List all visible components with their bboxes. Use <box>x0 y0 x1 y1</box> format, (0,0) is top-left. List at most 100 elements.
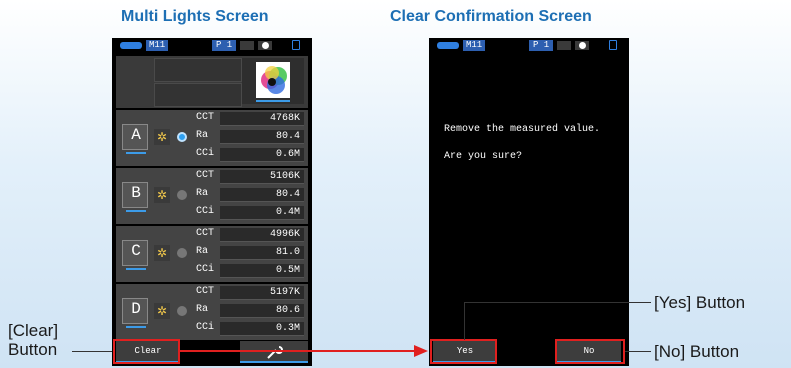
light-letter-box: D <box>122 298 148 328</box>
battery-icon <box>120 42 142 49</box>
sun-icon[interactable]: ✲ <box>154 129 170 145</box>
confirm-message-line1: Remove the measured value. <box>444 124 601 135</box>
sun-icon[interactable]: ✲ <box>154 245 170 261</box>
yes-leader-vertical <box>464 302 465 340</box>
cci-label: CCi <box>196 148 215 159</box>
light-letter: D <box>131 300 141 318</box>
ra-value: 81.0 <box>275 247 300 258</box>
cci-value: 0.6M <box>275 149 300 160</box>
indicator-block-icon <box>240 41 254 50</box>
ra-value: 80.4 <box>275 189 300 200</box>
ra-value-box: 81.0 <box>220 246 304 260</box>
indicator-block-icon <box>557 41 571 50</box>
light-letter: A <box>131 126 141 144</box>
cct-value: 4768K <box>269 113 300 124</box>
multi-lights-caption: Multi Lights Screen <box>121 8 269 25</box>
display-cell <box>154 58 242 82</box>
lock-icon <box>609 40 617 50</box>
indicator-block-icon <box>258 41 272 50</box>
clear-highlight <box>113 339 180 364</box>
cct-value-box: 5106K <box>220 170 304 184</box>
cci-value-box: 0.3M <box>220 322 304 336</box>
ra-value: 80.6 <box>275 305 300 316</box>
light-select-dot[interactable] <box>177 190 187 200</box>
light-panel-d[interactable]: D ✲ CCT Ra CCi 5197K 80.6 0.3M <box>116 284 308 340</box>
light-panel-c[interactable]: C ✲ CCT Ra CCi 4996K 81.0 0.5M <box>116 226 308 282</box>
sun-icon[interactable]: ✲ <box>154 187 170 203</box>
battery-icon <box>437 42 459 49</box>
page-indicator: P 1 <box>212 40 237 51</box>
light-letter-box: B <box>122 182 148 212</box>
cci-label: CCi <box>196 264 215 275</box>
status-bar: M11 P 1 <box>112 38 312 54</box>
color-wheel-button[interactable] <box>242 58 304 104</box>
display-area <box>116 56 308 108</box>
cci-value-box: 0.4M <box>220 206 304 220</box>
no-highlight <box>555 339 625 364</box>
cci-value-box: 0.5M <box>220 264 304 278</box>
ra-label: Ra <box>196 188 209 199</box>
yes-annotation: [Yes] Button <box>654 293 746 312</box>
confirm-message-line2: Are you sure? <box>444 151 523 162</box>
light-select-dot[interactable] <box>177 306 187 316</box>
tool-button[interactable] <box>240 341 308 363</box>
clear-annotation-line2: Button <box>8 340 58 359</box>
underline <box>126 326 146 328</box>
indicator-dot-icon <box>579 42 586 49</box>
cct-label: CCT <box>196 170 215 181</box>
page-indicator: P 1 <box>529 40 554 51</box>
clear-confirmation-screen: M11 P 1 Remove the measured value. Are y… <box>429 38 629 366</box>
cci-value: 0.4M <box>275 207 300 218</box>
ra-label: Ra <box>196 246 209 257</box>
cct-value-box: 4996K <box>220 228 304 242</box>
cci-value: 0.5M <box>275 265 300 276</box>
cct-label: CCT <box>196 286 215 297</box>
cci-label: CCi <box>196 206 215 217</box>
ra-value-box: 80.6 <box>220 304 304 318</box>
clear-leader-line <box>72 351 112 352</box>
cct-label: CCT <box>196 228 215 239</box>
sun-icon[interactable]: ✲ <box>154 303 170 319</box>
clear-confirmation-caption: Clear Confirmation Screen <box>390 8 592 25</box>
cct-value-box: 5197K <box>220 286 304 300</box>
light-select-dot[interactable] <box>177 132 187 142</box>
ra-value: 80.4 <box>275 131 300 142</box>
wrench-icon <box>267 346 283 359</box>
cct-value: 5197K <box>269 287 300 298</box>
clear-annotation-line1: [Clear] <box>8 321 59 340</box>
underline <box>126 210 146 212</box>
lock-icon <box>292 40 300 50</box>
cct-value-box: 4768K <box>220 112 304 126</box>
ra-label: Ra <box>196 130 209 141</box>
cct-value: 4996K <box>269 229 300 240</box>
ra-value-box: 80.4 <box>220 188 304 202</box>
light-select-dot[interactable] <box>177 248 187 258</box>
cct-value: 5106K <box>269 171 300 182</box>
no-leader-line <box>625 351 651 352</box>
no-annotation: [No] Button <box>654 342 740 361</box>
clear-to-yes-arrow-line <box>180 350 415 352</box>
cci-value: 0.3M <box>275 323 300 334</box>
status-bar: M11 P 1 <box>429 38 629 54</box>
underline <box>126 152 146 154</box>
light-panel-b[interactable]: B ✲ CCT Ra CCi 5106K 80.4 0.4M <box>116 168 308 224</box>
cct-label: CCT <box>196 112 215 123</box>
memory-indicator: M11 <box>463 40 486 51</box>
light-panel-a[interactable]: A ✲ CCT Ra CCi 4768K 80.4 0.6M <box>116 110 308 166</box>
display-cell <box>154 83 242 107</box>
arrow-head-icon <box>414 345 428 357</box>
cci-label: CCi <box>196 322 215 333</box>
multi-lights-screen: M11 P 1 A ✲ CCT Ra CCi 4768K 80.4 0.6M B… <box>112 38 312 366</box>
ra-label: Ra <box>196 304 209 315</box>
cci-value-box: 0.6M <box>220 148 304 162</box>
yes-highlight <box>430 339 497 364</box>
light-letter-box: A <box>122 124 148 154</box>
memory-indicator: M11 <box>146 40 169 51</box>
light-letter-box: C <box>122 240 148 270</box>
color-wheel-icon <box>256 62 290 102</box>
light-letter: B <box>131 184 141 202</box>
yes-leader-horizontal <box>464 302 651 303</box>
indicator-block-icon <box>575 41 589 50</box>
indicator-dot-icon <box>262 42 269 49</box>
light-letter: C <box>131 242 141 260</box>
